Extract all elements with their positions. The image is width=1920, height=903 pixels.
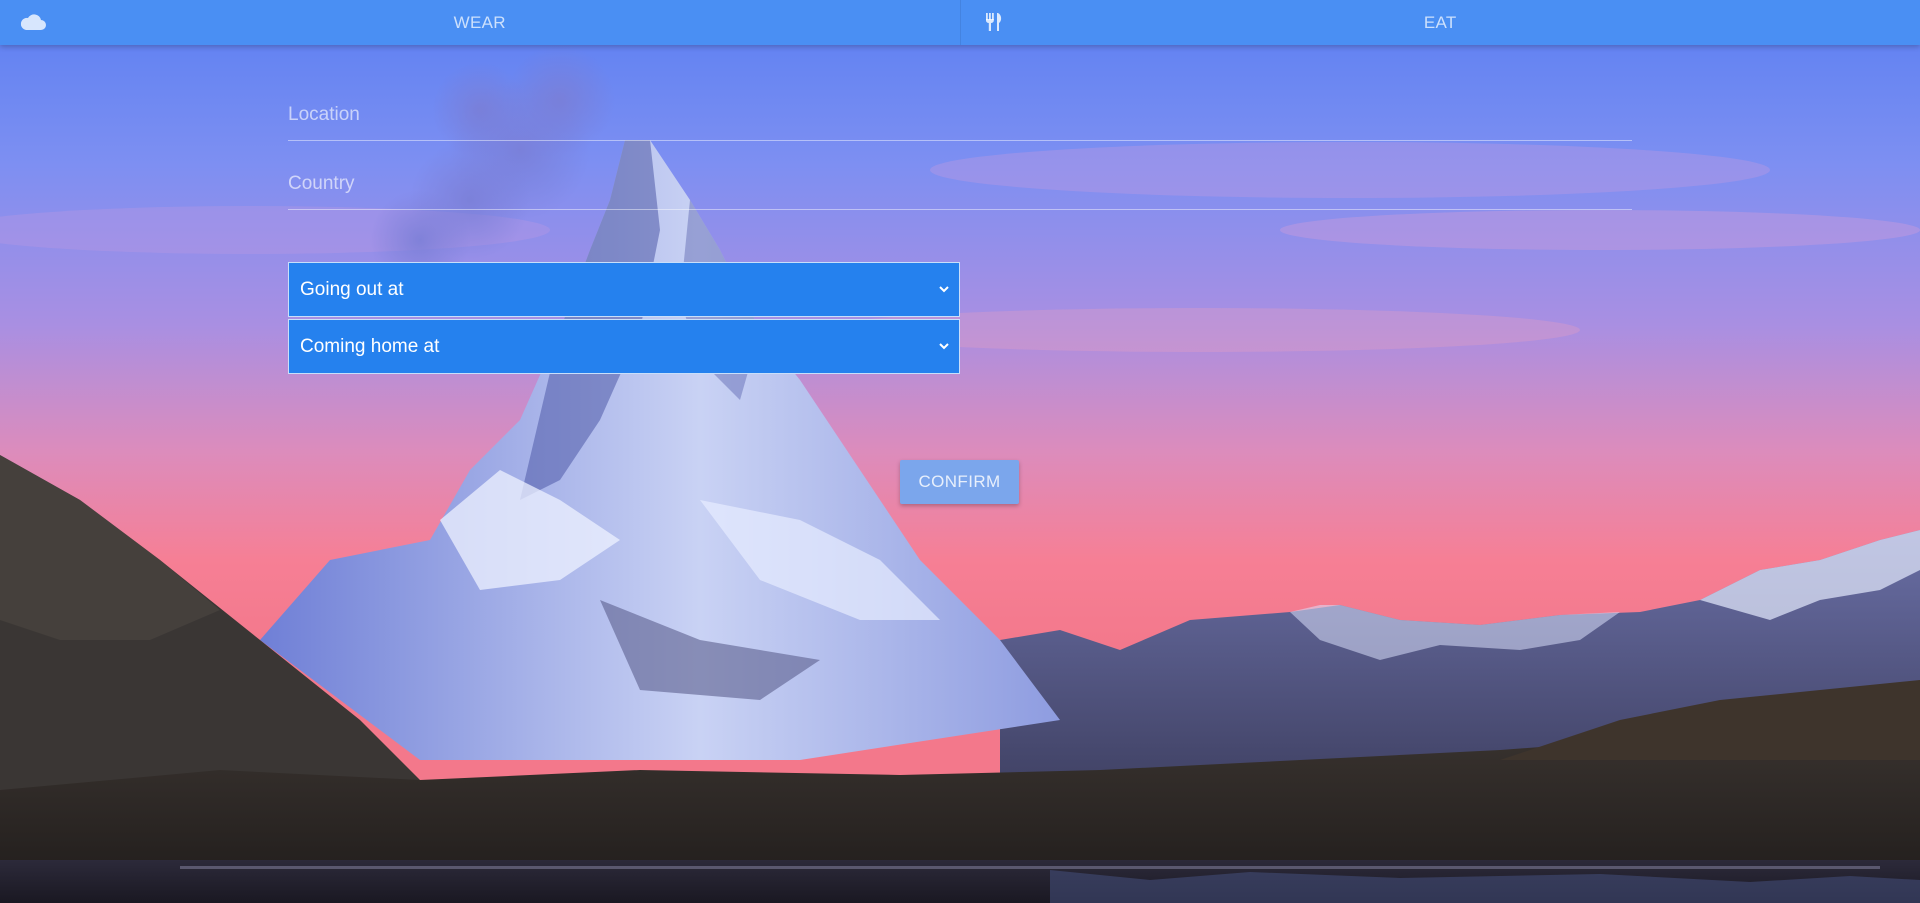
country-field [288,161,1632,210]
coming-home-select-value: Coming home at [300,335,440,357]
chevron-down-icon [939,286,949,293]
location-input[interactable] [288,104,1632,126]
nav-item-eat[interactable]: EAT [959,0,1920,45]
confirm-button[interactable]: CONFIRM [900,460,1019,504]
nav-item-wear[interactable]: WEAR [0,0,960,45]
coming-home-select[interactable]: Coming home at [288,319,960,374]
outing-form: Going out at Coming home at [288,92,1632,376]
nav-item-eat-label: EAT [1423,12,1457,32]
cloud-icon [19,11,47,33]
fork-knife-icon [980,11,1008,33]
top-nav: WEAR EAT [0,0,1920,45]
app-root: WEAR EAT Going out at [0,0,1920,903]
going-out-select[interactable]: Going out at [288,262,960,317]
nav-item-wear-label: WEAR [453,12,506,32]
time-selects: Going out at Coming home at [288,262,960,374]
country-input[interactable] [288,173,1632,195]
chevron-down-icon [939,343,949,350]
going-out-select-value: Going out at [300,278,404,300]
location-field [288,92,1632,141]
